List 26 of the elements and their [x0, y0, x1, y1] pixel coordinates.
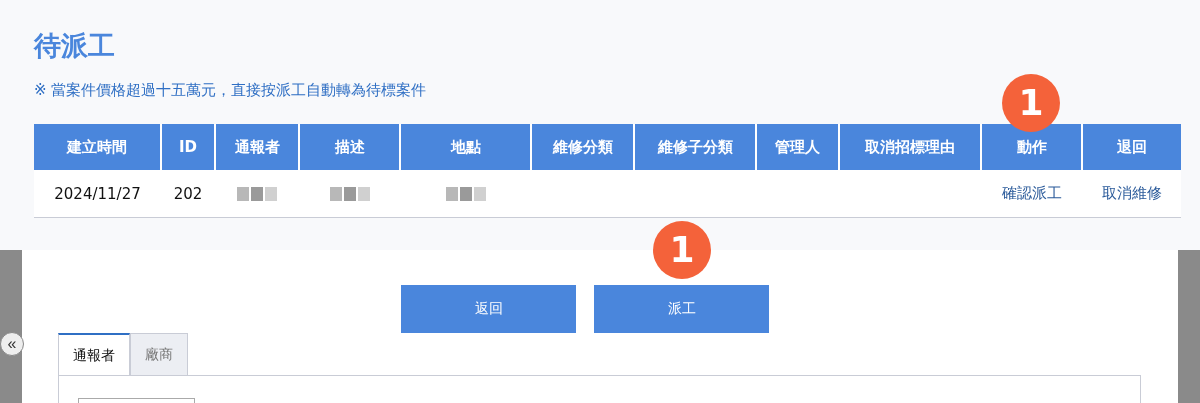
- step-badge: 1: [1002, 74, 1060, 132]
- notice-text: ※ 當案件價格超過十五萬元，直接按派工自動轉為待標案件: [34, 80, 428, 100]
- column-header: 建立時間: [67, 137, 127, 156]
- action-button[interactable]: 派工: [594, 285, 769, 333]
- column-header: 維修子分類: [657, 137, 733, 156]
- tab[interactable]: 廠商: [130, 333, 188, 375]
- action-link[interactable]: 取消維修: [1101, 184, 1162, 202]
- redacted-text: [329, 187, 370, 201]
- page-title: 待派工: [34, 29, 116, 63]
- table-cell: 2024/11/27: [34, 170, 161, 218]
- action-link[interactable]: 確認派工: [1001, 184, 1062, 202]
- column-header: 動作: [1016, 137, 1047, 156]
- action-button[interactable]: 返回: [401, 285, 576, 333]
- column-header: 維修分類: [552, 137, 613, 156]
- column-header: 管理人: [775, 137, 820, 156]
- table-cell: 202: [161, 170, 215, 218]
- column-header: ID: [178, 138, 197, 156]
- column-header: 通報者: [234, 137, 280, 156]
- column-header: 地點: [450, 137, 481, 156]
- redacted-text: [445, 187, 486, 201]
- redacted-text: [237, 187, 277, 201]
- step-badge: 1: [653, 221, 711, 279]
- column-header: 退回: [1117, 137, 1147, 156]
- column-header: 取消招標理由: [865, 137, 955, 156]
- tab[interactable]: 通報者: [58, 333, 130, 375]
- column-header: 描述: [334, 137, 365, 156]
